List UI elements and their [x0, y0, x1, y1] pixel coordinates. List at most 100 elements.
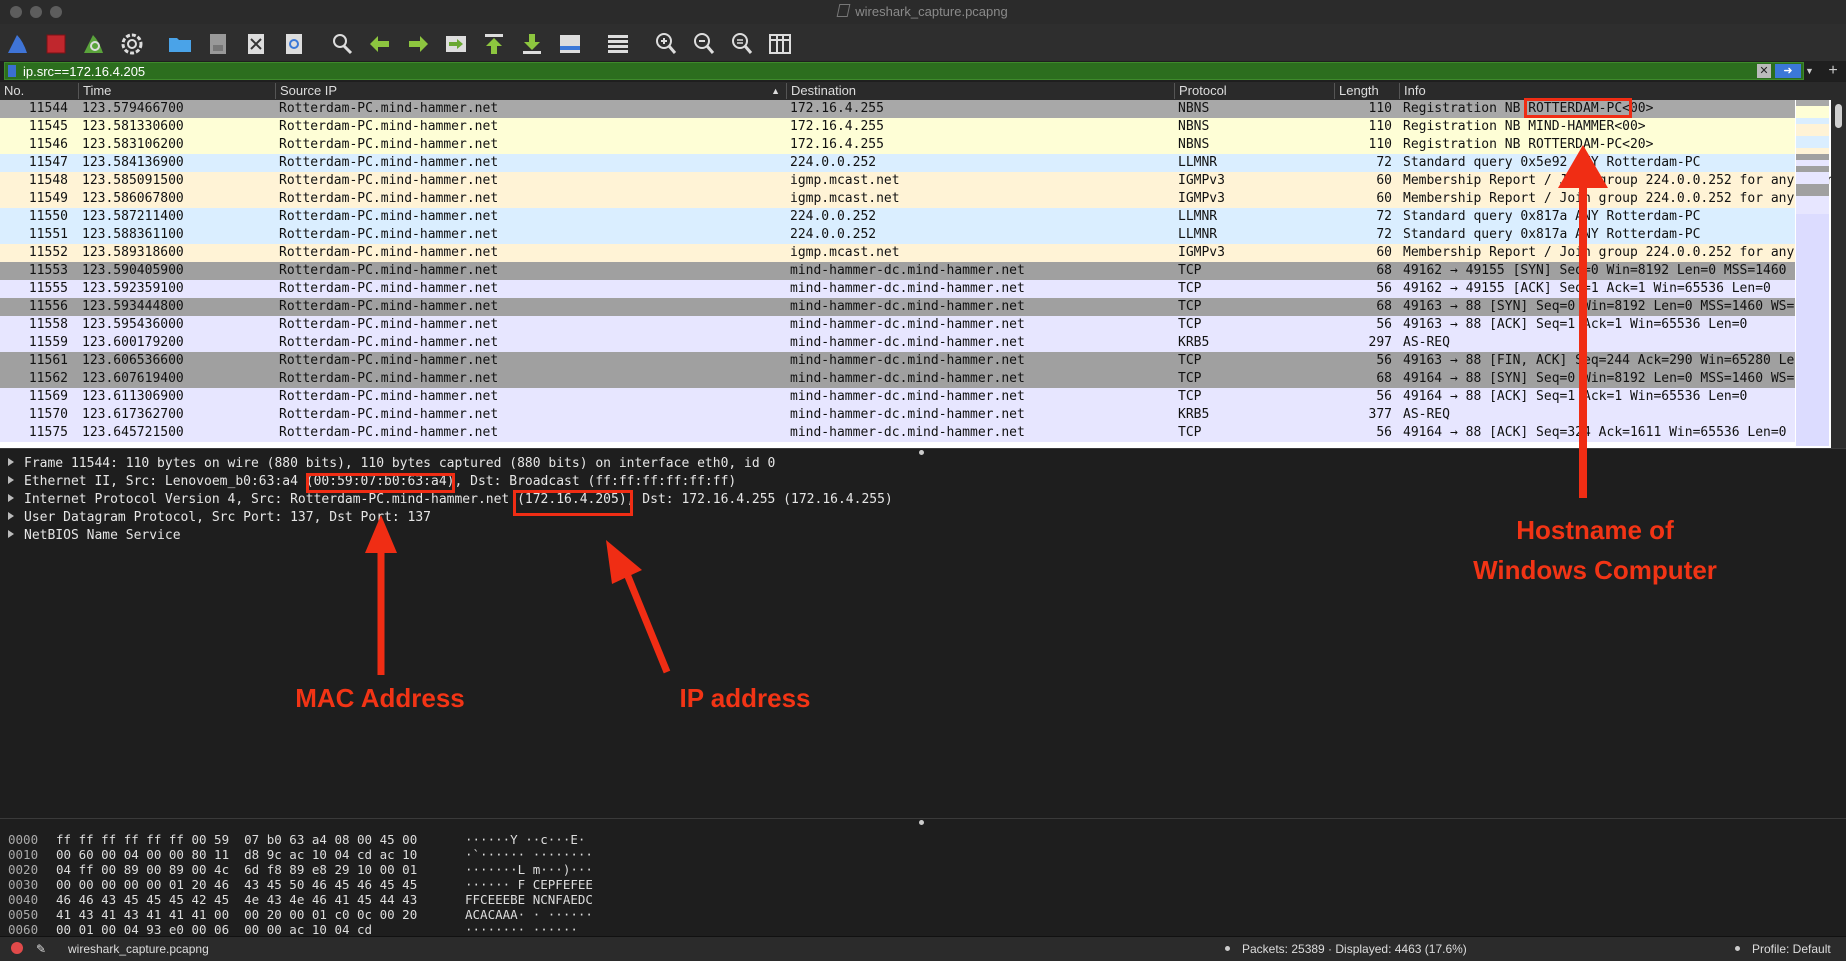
table-row[interactable]: 11552 123.589318600 Rotterdam-PC.mind-hamm…	[0, 244, 1795, 262]
first-packet-icon[interactable]	[478, 28, 510, 60]
go-to-packet-icon[interactable]	[440, 28, 472, 60]
cell-destination: mind-hammer-dc.mind-hammer.net	[790, 263, 1025, 278]
cell-destination: 224.0.0.252	[790, 227, 877, 242]
go-back-icon[interactable]	[364, 28, 396, 60]
capture-comment-icon[interactable]: ✎	[36, 942, 46, 956]
cell-length: 56	[1376, 389, 1392, 404]
expand-arrow-icon[interactable]	[8, 458, 14, 466]
hex-bytes: 41 43 41 43 41 41 41 00 00 20 00 01 c0 0…	[56, 907, 418, 922]
cell-info: 49164 → 88 [SYN] Seq=0 Win=8192 Len=0 MS…	[1403, 371, 1795, 386]
hex-row[interactable]: 0000 ff ff ff ff ff ff 00 59 07 b0 63 a4 …	[8, 832, 585, 847]
go-forward-icon[interactable]	[402, 28, 434, 60]
reload-file-icon[interactable]	[278, 28, 310, 60]
hex-row[interactable]: 0020 04 ff 00 89 00 89 00 4c 6d f8 89 e8 …	[8, 862, 593, 877]
apply-filter-arrow-icon[interactable]: ➜	[1775, 64, 1801, 78]
detail-ipv4[interactable]: Internet Protocol Version 4, Src: Rotter…	[8, 492, 893, 510]
capture-options-gear-icon[interactable]	[116, 28, 148, 60]
expert-info-icon[interactable]	[11, 942, 23, 954]
colorize-icon[interactable]	[602, 28, 634, 60]
expand-arrow-icon[interactable]	[8, 494, 14, 502]
expand-arrow-icon[interactable]	[8, 512, 14, 520]
cell-info: 49162 → 49155 [ACK] Seq=1 Ack=1 Win=6553…	[1403, 281, 1771, 296]
splitter-handle[interactable]	[919, 820, 924, 825]
hex-offset: 0010	[8, 847, 39, 862]
table-row[interactable]: 11555 123.592359100 Rotterdam-PC.mind-hamm…	[0, 280, 1795, 298]
splitter-handle[interactable]	[919, 450, 924, 455]
cell-protocol: IGMPv3	[1178, 191, 1225, 206]
mac-highlight-box	[306, 473, 455, 493]
close-file-icon[interactable]	[240, 28, 272, 60]
cell-time: 123.588361100	[82, 227, 184, 242]
table-row[interactable]: 11559 123.600179200 Rotterdam-PC.mind-hamm…	[0, 334, 1795, 352]
shark-fin-start-icon[interactable]	[2, 28, 34, 60]
clear-filter-icon[interactable]: ✕	[1757, 64, 1771, 78]
cell-destination: mind-hammer-dc.mind-hammer.net	[790, 335, 1025, 350]
cell-time: 123.617362700	[82, 407, 184, 422]
column-header-destination[interactable]: Destination	[786, 83, 856, 99]
cell-destination: 224.0.0.252	[790, 155, 877, 170]
table-row[interactable]: 11547 123.584136900 Rotterdam-PC.mind-hamm…	[0, 154, 1795, 172]
table-row[interactable]: 11570 123.617362700 Rotterdam-PC.mind-hamm…	[0, 406, 1795, 424]
detail-frame[interactable]: Frame 11544: 110 bytes on wire (880 bits…	[8, 456, 775, 474]
table-row[interactable]: 11545 123.581330600 Rotterdam-PC.mind-hamm…	[0, 118, 1795, 136]
column-header-info[interactable]: Info	[1399, 83, 1426, 99]
restart-capture-icon[interactable]	[78, 28, 110, 60]
bookmark-icon[interactable]	[8, 65, 16, 77]
intelligent-scrollbar-minimap[interactable]	[1796, 100, 1829, 446]
table-row[interactable]: 11558 123.595436000 Rotterdam-PC.mind-hamm…	[0, 316, 1795, 334]
scrollbar-thumb[interactable]	[1835, 104, 1842, 128]
cell-info: Membership Report / Join group 224.0.0.2…	[1403, 191, 1795, 206]
find-packet-icon[interactable]	[326, 28, 358, 60]
column-header-time[interactable]: Time	[78, 83, 111, 99]
filter-history-dropdown-icon[interactable]: ▼	[1805, 64, 1815, 78]
status-file-name: wireshark_capture.pcapng	[68, 942, 209, 956]
table-row[interactable]: 11562 123.607619400 Rotterdam-PC.mind-hamm…	[0, 370, 1795, 388]
table-row[interactable]: 11550 123.587211400 Rotterdam-PC.mind-hamm…	[0, 208, 1795, 226]
packet-list-scrollbar[interactable]	[1831, 100, 1846, 466]
cell-info: Membership Report / Join group 224.0.0.2…	[1403, 245, 1795, 260]
resize-columns-icon[interactable]	[764, 28, 796, 60]
column-header-protocol[interactable]: Protocol	[1174, 83, 1227, 99]
hex-row[interactable]: 0060 00 01 00 04 93 e0 00 06 00 00 ac 10 …	[8, 922, 578, 937]
table-row[interactable]: 11548 123.585091500 Rotterdam-PC.mind-hamm…	[0, 172, 1846, 190]
cell-info: Standard query 0x817a ANY Rotterdam-PC	[1403, 227, 1701, 242]
hex-row[interactable]: 0040 46 46 43 45 45 45 42 45 4e 43 4e 46 …	[8, 892, 593, 907]
separator-dot-icon	[1735, 946, 1740, 951]
normal-size-icon[interactable]	[726, 28, 758, 60]
cell-protocol: NBNS	[1178, 101, 1210, 116]
column-header-length[interactable]: Length	[1334, 83, 1379, 99]
table-row[interactable]: 11546 123.583106200 Rotterdam-PC.mind-hamm…	[0, 136, 1795, 154]
table-row[interactable]: 11569 123.611306900 Rotterdam-PC.mind-hamm…	[0, 388, 1795, 406]
column-header-no[interactable]: No.	[0, 83, 24, 99]
zoom-out-icon[interactable]	[688, 28, 720, 60]
hex-row[interactable]: 0010 00 60 00 04 00 00 80 11 d8 9c ac 10 …	[8, 847, 593, 862]
table-row[interactable]: 11551 123.588361100 Rotterdam-PC.mind-hamm…	[0, 226, 1795, 244]
expand-arrow-icon[interactable]	[8, 476, 14, 484]
stop-capture-icon[interactable]	[40, 28, 72, 60]
hex-row[interactable]: 0030 00 00 00 00 00 01 20 46 43 45 50 46 …	[8, 877, 593, 892]
table-row[interactable]: 11575 123.645721500 Rotterdam-PC.mind-hamm…	[0, 424, 1795, 442]
detail-nbns[interactable]: NetBIOS Name Service	[8, 528, 181, 546]
zoom-in-icon[interactable]	[650, 28, 682, 60]
table-row[interactable]: 11561 123.606536600 Rotterdam-PC.mind-hamm…	[0, 352, 1795, 370]
cell-destination: mind-hammer-dc.mind-hammer.net	[790, 407, 1025, 422]
cell-protocol: KRB5	[1178, 407, 1210, 422]
hex-ascii: FFCEEEBE NCNFAEDC	[465, 892, 593, 907]
add-filter-button-plus-icon[interactable]: +	[1823, 61, 1843, 81]
open-folder-icon[interactable]	[164, 28, 196, 60]
column-header-source-ip[interactable]: Source IP ▲	[275, 83, 786, 99]
status-profile[interactable]: Profile: Default	[1735, 942, 1831, 956]
hex-row[interactable]: 0050 41 43 41 43 41 41 41 00 00 20 00 01 …	[8, 907, 593, 922]
display-filter-field[interactable]: ✕ ➜ ▼	[4, 62, 1814, 80]
save-file-icon[interactable]	[202, 28, 234, 60]
detail-udp[interactable]: User Datagram Protocol, Src Port: 137, D…	[8, 510, 431, 528]
autoscroll-icon[interactable]	[554, 28, 586, 60]
table-row[interactable]: 11549 123.586067800 Rotterdam-PC.mind-hamm…	[0, 190, 1795, 208]
table-row[interactable]: 11553 123.590405900 Rotterdam-PC.mind-hamm…	[0, 262, 1795, 280]
table-row[interactable]: 11556 123.593444800 Rotterdam-PC.mind-hamm…	[0, 298, 1795, 316]
cell-info: AS-REQ	[1403, 407, 1450, 422]
expand-arrow-icon[interactable]	[8, 530, 14, 538]
cell-destination: 172.16.4.255	[790, 137, 884, 152]
display-filter-input[interactable]	[23, 63, 1723, 79]
last-packet-icon[interactable]	[516, 28, 548, 60]
